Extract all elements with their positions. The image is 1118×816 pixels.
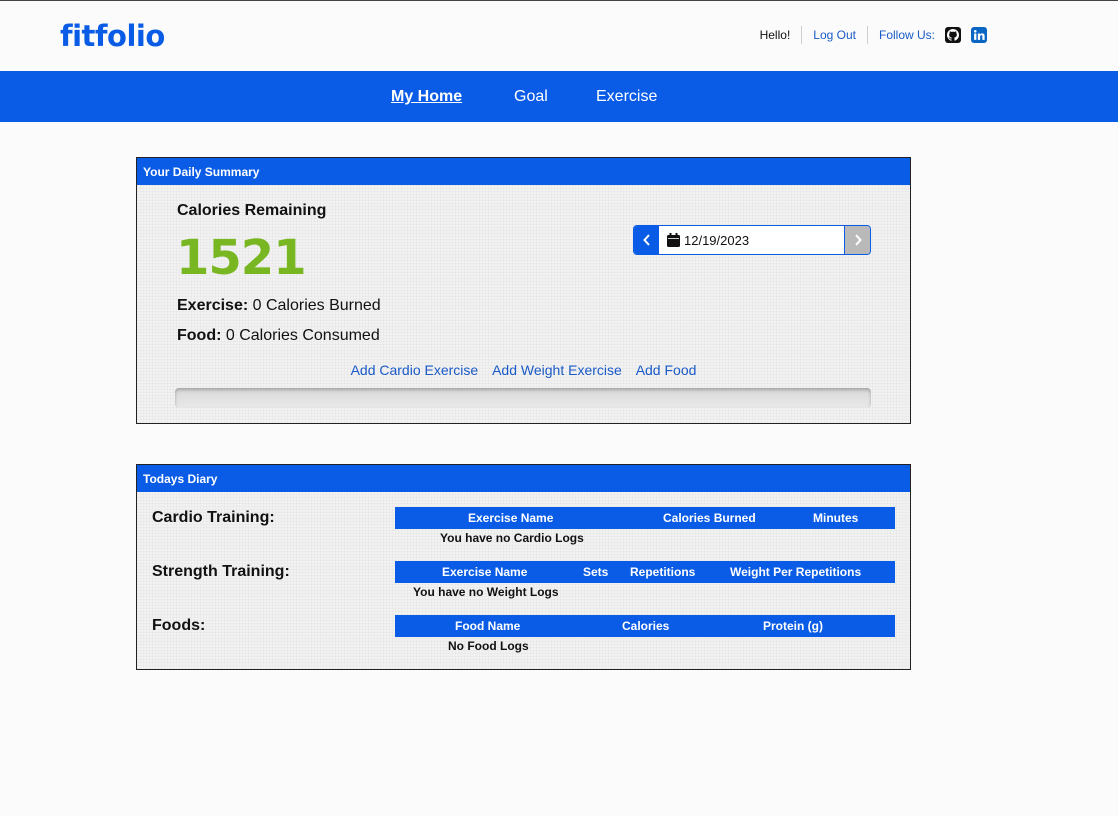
next-day-button[interactable] — [845, 226, 870, 254]
strength-table: Exercise Name Sets Repetitions Weight Pe… — [395, 561, 895, 599]
empty-message: No Food Logs — [448, 639, 529, 653]
linkedin-icon[interactable] — [971, 27, 987, 43]
exercise-label: Exercise: — [177, 297, 249, 314]
food-summary: Food: 0 Calories Consumed — [177, 327, 380, 345]
column-header: Exercise Name — [468, 511, 554, 525]
date-value: 12/19/2023 — [684, 232, 750, 248]
panel-title: Your Daily Summary — [137, 158, 910, 185]
calorie-progress-bar — [175, 388, 871, 408]
panel-title: Todays Diary — [137, 465, 910, 492]
nav-item-goal[interactable]: Goal — [514, 88, 548, 106]
chevron-right-icon — [854, 234, 862, 246]
exercise-summary: Exercise: 0 Calories Burned — [177, 297, 381, 315]
foods-section-title: Foods: — [152, 617, 206, 634]
empty-message: You have no Cardio Logs — [440, 531, 584, 545]
cardio-table: Exercise Name Calories Burned Minutes Yo… — [395, 507, 895, 545]
column-header: Food Name — [455, 619, 521, 633]
strength-section-title: Strength Training: — [152, 563, 290, 580]
column-header: Calories — [622, 619, 670, 633]
chevron-left-icon — [642, 234, 650, 246]
column-header: Minutes — [813, 511, 859, 525]
action-links: Add Cardio Exercise Add Weight Exercise … — [137, 362, 910, 378]
food-label: Food: — [177, 327, 222, 344]
todays-diary-panel: Todays Diary Cardio Training: Exercise N… — [136, 464, 911, 670]
exercise-value: 0 Calories Burned — [252, 297, 381, 314]
divider — [801, 26, 803, 44]
table-header: Food Name Calories Protein (g) — [395, 615, 895, 637]
column-header: Weight Per Repetitions — [730, 565, 862, 579]
user-bar: Hello! Log Out Follow Us: — [760, 25, 987, 45]
column-header: Sets — [583, 565, 609, 579]
table-header: Exercise Name Sets Repetitions Weight Pe… — [395, 561, 895, 583]
daily-summary-panel: Your Daily Summary Calories Remaining 15… — [136, 157, 911, 424]
column-header: Exercise Name — [442, 565, 528, 579]
foods-table: Food Name Calories Protein (g) No Food L… — [395, 615, 895, 653]
add-cardio-exercise-link[interactable]: Add Cardio Exercise — [351, 362, 479, 378]
follow-us-label: Follow Us: — [878, 28, 935, 42]
date-input[interactable]: 12/19/2023 — [659, 226, 845, 254]
food-value: 0 Calories Consumed — [225, 327, 380, 344]
nav-item-my-home[interactable]: My Home — [391, 88, 462, 106]
table-header: Exercise Name Calories Burned Minutes — [395, 507, 895, 529]
divider — [866, 26, 868, 44]
github-icon[interactable] — [945, 27, 961, 43]
greeting-text: Hello! — [759, 28, 791, 42]
empty-message: You have no Weight Logs — [413, 585, 559, 599]
nav-item-exercise[interactable]: Exercise — [596, 88, 657, 106]
add-food-link[interactable]: Add Food — [636, 362, 697, 378]
add-weight-exercise-link[interactable]: Add Weight Exercise — [492, 362, 622, 378]
calories-remaining-value: 1521 — [176, 230, 307, 286]
column-header: Calories Burned — [663, 511, 756, 525]
main-nav: My Home Goal Exercise — [0, 71, 1118, 122]
logout-link[interactable]: Log Out — [813, 28, 856, 42]
previous-day-button[interactable] — [634, 226, 659, 254]
cardio-section-title: Cardio Training: — [152, 509, 275, 526]
date-picker: 12/19/2023 — [633, 225, 871, 255]
column-header: Protein (g) — [763, 619, 823, 633]
column-header: Repetitions — [630, 565, 696, 579]
calendar-icon — [667, 233, 680, 247]
app-logo[interactable]: fitfolio — [60, 19, 165, 53]
calories-remaining-label: Calories Remaining — [177, 202, 327, 219]
top-header: fitfolio Hello! Log Out Follow Us: — [0, 1, 1118, 71]
